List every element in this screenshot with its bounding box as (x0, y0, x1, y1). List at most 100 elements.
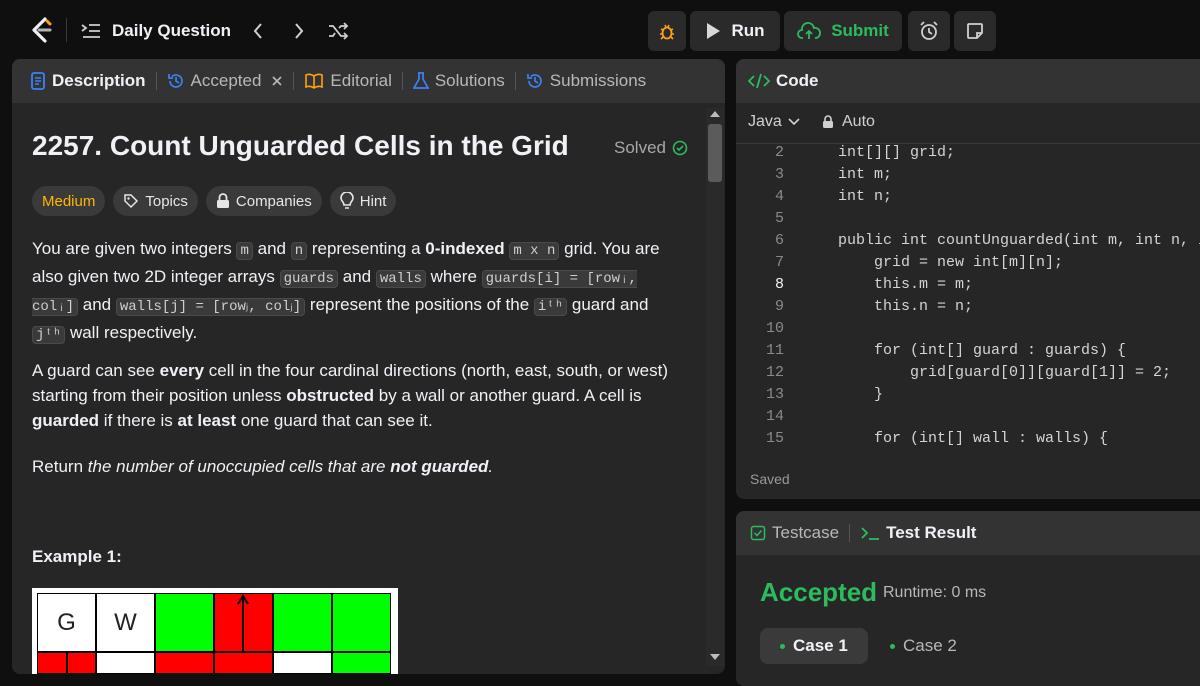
code-text: } (802, 386, 884, 403)
code-line[interactable]: 15 for (int[] wall : walls) { (736, 430, 1200, 452)
scroll-down-icon[interactable] (709, 653, 721, 661)
code-line[interactable]: 3 int m; (736, 166, 1200, 188)
topics-chip[interactable]: Topics (113, 186, 198, 216)
run-button[interactable]: Run (690, 11, 780, 51)
runtime-label: Runtime: 0 ms (883, 584, 987, 601)
bold-italic-text: not guarded (390, 457, 489, 476)
auto-mode-toggle[interactable]: Auto (822, 113, 875, 131)
debug-button[interactable] (648, 11, 686, 51)
tab-description-label: Description (52, 71, 146, 90)
tab-code-label: Code (776, 71, 819, 90)
grid-cell-guarded (67, 652, 96, 674)
code-text: grid = new int[m][n]; (802, 254, 1064, 271)
code-text: grid[guard[0]][guard[1]] = 2; (802, 364, 1172, 381)
tab-description[interactable]: Description (30, 59, 146, 103)
pass-dot-icon (780, 643, 785, 649)
code-tab-bar: Code (736, 59, 1200, 103)
code-line[interactable]: 7 grid = new int[m][n]; (736, 254, 1200, 276)
case-1-button[interactable]: Case 1 (760, 628, 868, 664)
solved-status: Solved (614, 138, 688, 158)
save-status: Saved (750, 471, 790, 487)
text: A guard can see (32, 361, 155, 380)
text: where (430, 267, 477, 286)
tab-accepted[interactable]: Accepted (167, 59, 284, 103)
language-value: Java (748, 113, 782, 130)
case-2-label: Case 2 (903, 636, 957, 655)
code-text: this.n = n; (802, 298, 974, 315)
leetcode-logo[interactable] (28, 16, 54, 44)
description-scrollbar[interactable] (706, 108, 724, 666)
left-tab-bar: Description Accepted Editorial Solutions… (12, 59, 725, 103)
inline-code: n (290, 242, 308, 260)
code-line[interactable]: 10 (736, 320, 1200, 342)
code-text: for (int[] guard : guards) { (802, 342, 1127, 359)
tab-divider (155, 72, 157, 90)
solved-label: Solved (614, 138, 666, 157)
inline-code: iᵗʰ (533, 298, 568, 316)
shuffle-icon (329, 22, 349, 40)
code-line[interactable]: 2 int[][] grid; (736, 144, 1200, 166)
bold-text: every (159, 361, 205, 380)
scroll-up-icon[interactable] (709, 110, 721, 118)
bug-icon (660, 24, 674, 40)
random-problem-button[interactable] (324, 17, 352, 45)
example-grid-image: G W (32, 588, 398, 674)
chevron-left-icon (253, 23, 262, 39)
line-number: 8 (774, 276, 784, 293)
grid-cell-unguarded (155, 593, 214, 652)
tab-test-result[interactable]: Test Result (860, 511, 976, 555)
text: and (257, 239, 286, 258)
code-line[interactable]: 13 } (736, 386, 1200, 408)
italic-text: the number of unoccupied cells that are (87, 457, 386, 476)
line-number: 7 (774, 254, 784, 271)
scrollbar-thumb[interactable] (708, 124, 722, 182)
tag-icon (124, 194, 139, 209)
line-number: 9 (774, 298, 784, 315)
list-icon (81, 24, 100, 38)
timer-button[interactable] (908, 11, 950, 51)
code-line[interactable]: 6 public int countUnguarded(int m, int n… (736, 232, 1200, 254)
tab-code[interactable]: Code (748, 59, 819, 103)
prev-problem-button[interactable] (244, 17, 272, 45)
code-line[interactable]: 8 this.m = m; (736, 276, 1200, 298)
test-tab-bar: Testcase Test Result (736, 511, 1200, 555)
tab-submissions-label: Submissions (549, 71, 647, 90)
tab-divider (514, 72, 516, 90)
code-line[interactable]: 4 int n; (736, 188, 1200, 210)
next-problem-button[interactable] (285, 17, 313, 45)
auto-mode-label: Auto (842, 113, 875, 130)
tab-editorial[interactable]: Editorial (304, 59, 392, 103)
text: guard and (571, 295, 649, 314)
code-line[interactable]: 11 for (int[] guard : guards) { (736, 342, 1200, 364)
text: wall respectively. (69, 323, 198, 342)
tab-testcase[interactable]: Testcase (750, 511, 839, 555)
code-line[interactable]: 5 (736, 210, 1200, 232)
text: and (82, 295, 112, 314)
hint-chip[interactable]: Hint (329, 186, 397, 216)
submit-button[interactable]: Submit (784, 11, 902, 51)
text: one guard that can see it. (240, 411, 433, 430)
code-line[interactable]: 14 (736, 408, 1200, 430)
terminal-icon (861, 527, 880, 540)
test-result-panel: Testcase Test Result Accepted Runtime: 0… (736, 511, 1200, 686)
code-icon (748, 73, 770, 89)
code-line[interactable]: 12 grid[guard[0]][guard[1]] = 2; (736, 364, 1200, 386)
line-number: 4 (774, 188, 784, 205)
case-2-button[interactable]: Case 2 (880, 628, 967, 664)
code-line[interactable]: 9 this.n = n; (736, 298, 1200, 320)
language-select[interactable]: Java (748, 113, 800, 131)
inline-code: jᵗʰ (32, 326, 66, 344)
grid-cell-wall (96, 652, 155, 674)
notes-button[interactable] (954, 11, 996, 51)
close-icon[interactable] (271, 75, 283, 87)
companies-chip[interactable]: Companies (205, 186, 322, 216)
tab-solutions[interactable]: Solutions (412, 59, 505, 103)
tab-submissions[interactable]: Submissions (526, 59, 646, 103)
problem-list-button[interactable]: Daily Question (80, 18, 231, 44)
tab-divider (293, 72, 295, 90)
line-number: 15 (765, 430, 784, 447)
chevron-right-icon (295, 23, 304, 39)
line-number: 10 (765, 320, 784, 337)
line-number: 6 (774, 232, 784, 249)
run-label: Run (731, 21, 765, 40)
